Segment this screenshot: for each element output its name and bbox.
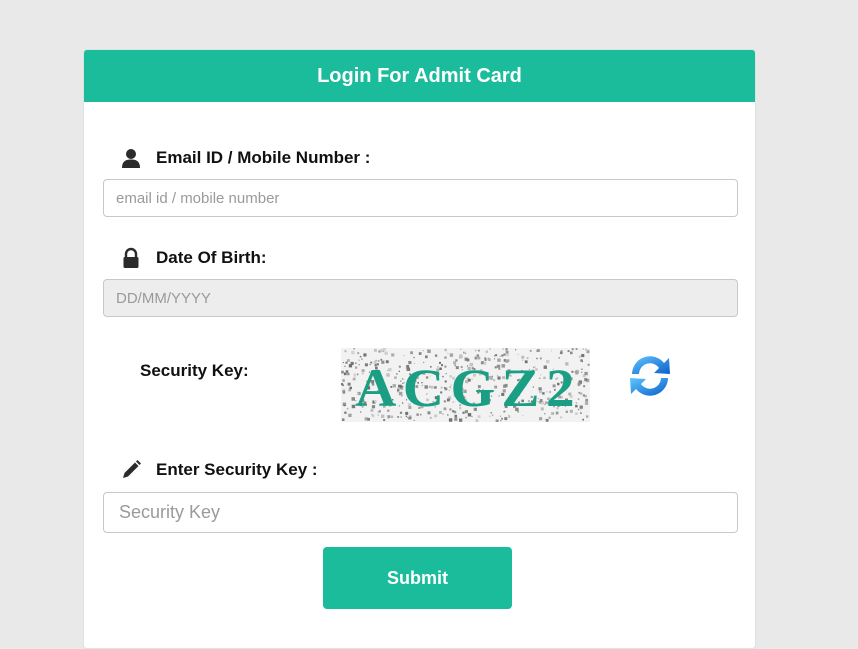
lock-icon — [120, 247, 142, 269]
security-label: Security Key: — [140, 361, 249, 380]
pencil-icon — [120, 459, 142, 481]
email-label: Email ID / Mobile Number : — [156, 148, 371, 167]
dob-input[interactable] — [103, 279, 738, 317]
dob-label-row: Date Of Birth: — [120, 247, 267, 269]
dob-label: Date Of Birth: — [156, 248, 267, 267]
email-label-row: Email ID / Mobile Number : — [120, 147, 370, 169]
refresh-icon[interactable] — [624, 350, 676, 402]
enter-key-label: Enter Security Key : — [156, 460, 318, 479]
email-input[interactable] — [103, 179, 738, 217]
submit-button[interactable]: Submit — [323, 547, 512, 609]
login-card: Login For Admit Card Email ID / Mobile N… — [83, 49, 756, 649]
security-label-row: Security Key: — [140, 361, 249, 381]
captcha-text: ACGZ2 — [355, 358, 581, 418]
user-icon — [120, 147, 142, 169]
security-key-input[interactable] — [103, 492, 738, 533]
enter-key-label-row: Enter Security Key : — [120, 459, 318, 481]
card-title: Login For Admit Card — [84, 50, 755, 102]
captcha-image: ACGZ2 — [341, 348, 590, 423]
